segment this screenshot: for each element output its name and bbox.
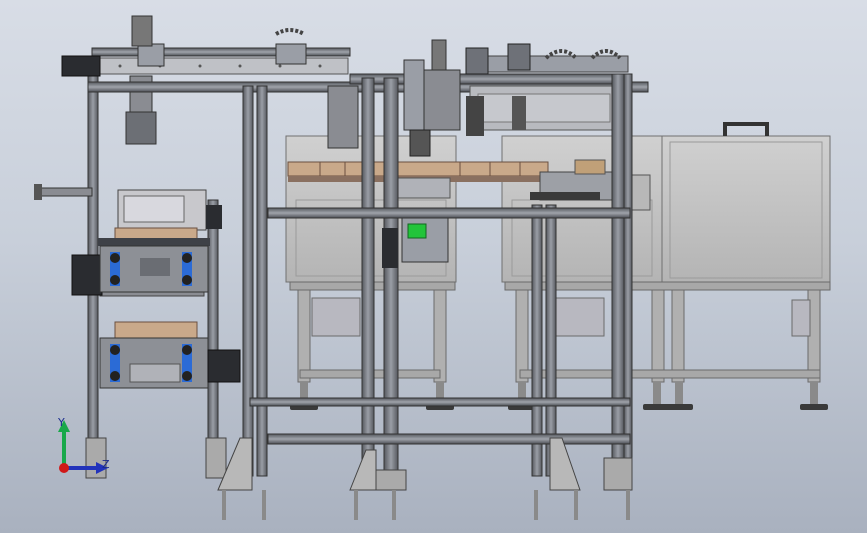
gantry-motor — [61, 55, 101, 77]
green-sensor — [407, 223, 427, 239]
motor-lower — [207, 349, 241, 383]
belt-module-upper — [99, 245, 209, 293]
cabinet-handle — [723, 122, 769, 136]
belt-module-lower — [99, 337, 209, 389]
y-axis-label: Y — [57, 416, 65, 429]
machine-assembly-drawing: Y Z — [34, 15, 831, 520]
cad-viewport[interactable]: Y Z — [0, 0, 867, 533]
motor-upper — [71, 254, 103, 296]
origin-marker — [59, 463, 69, 473]
z-axis-label: Z — [102, 458, 110, 471]
